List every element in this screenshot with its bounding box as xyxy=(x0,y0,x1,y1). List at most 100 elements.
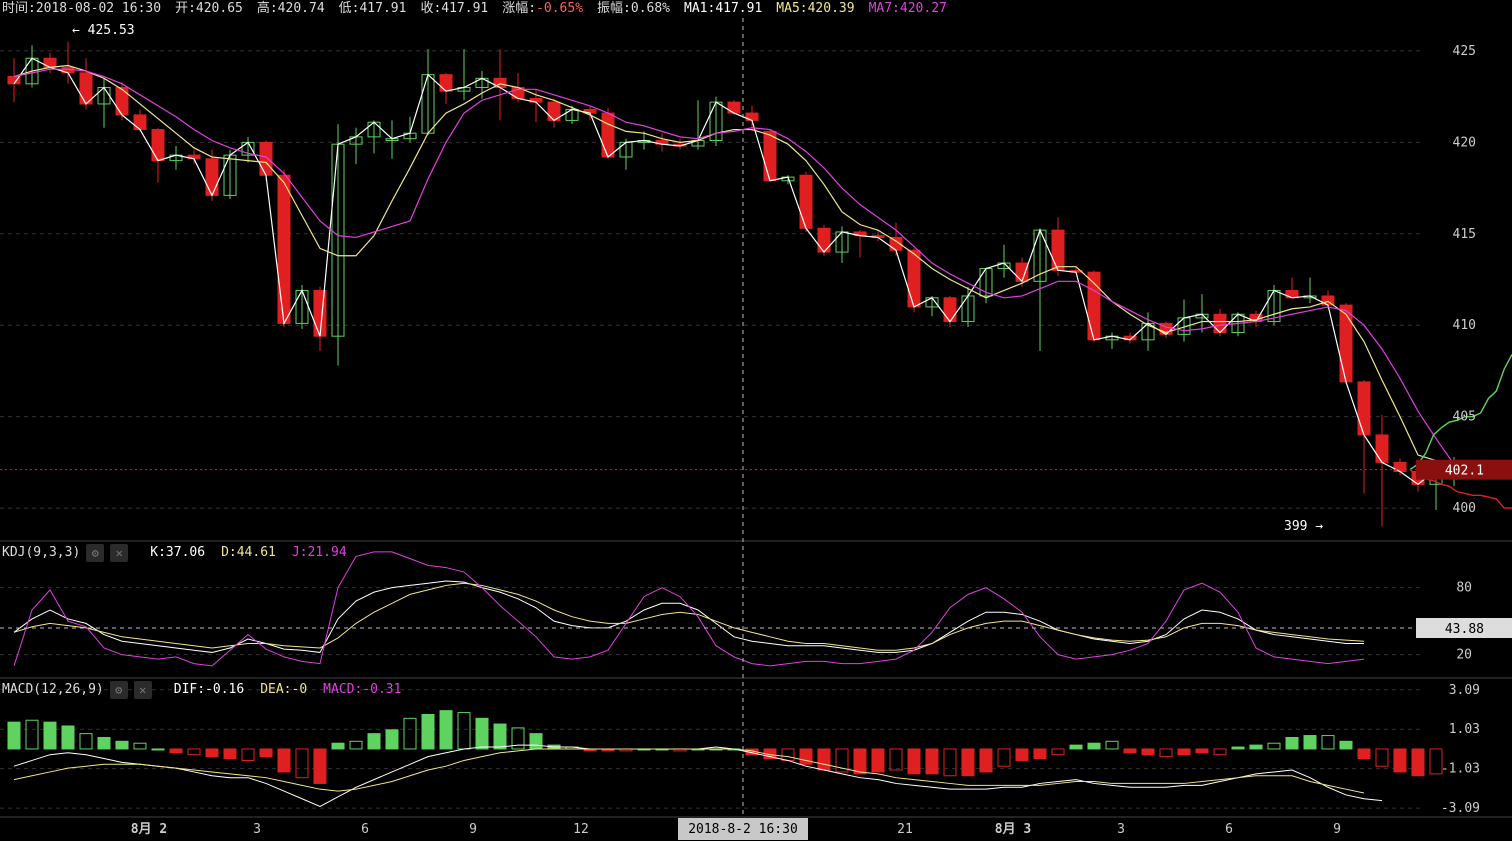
macd-hist-bar xyxy=(1087,742,1101,750)
macd-hist-bar xyxy=(781,748,795,761)
candle xyxy=(475,71,489,99)
change-readout: 涨幅:-0.65% xyxy=(502,1,583,16)
macd-hist-bar xyxy=(439,710,453,750)
candle xyxy=(1375,414,1389,527)
main-grid xyxy=(0,50,1512,818)
macd-hist-bar xyxy=(961,748,975,777)
depth-lines xyxy=(1409,354,1512,509)
time-tick-label: 6 xyxy=(361,822,369,837)
kdj-j-readout: J:21.94 xyxy=(291,545,347,560)
kdj-lines xyxy=(13,551,1365,667)
time-tick-label: 8月 3 xyxy=(995,822,1031,837)
macd-hist-bar xyxy=(421,713,435,750)
candle xyxy=(169,146,183,170)
macd-hist-bar xyxy=(367,733,381,750)
gear-icon[interactable]: ⚙ xyxy=(86,544,105,562)
macd-hist-bar xyxy=(817,748,831,771)
macd-hist-bar xyxy=(1375,748,1389,767)
candle xyxy=(421,49,435,136)
kdj-tick-label: 80 xyxy=(1456,581,1472,596)
candle xyxy=(1339,303,1353,384)
price-badge-label: 402.1 xyxy=(1445,464,1484,479)
macd-hist-bar xyxy=(1249,744,1263,750)
candle-body xyxy=(943,297,957,323)
candle xyxy=(223,149,237,200)
ma1-readout: MA1:417.91 xyxy=(684,1,763,16)
candle-body xyxy=(799,174,813,229)
macd-hist-bar xyxy=(889,748,903,771)
candle xyxy=(61,41,75,84)
candle-body xyxy=(43,57,57,68)
macd-hist-bar xyxy=(1411,748,1425,777)
candle xyxy=(817,224,831,256)
high-readout: 高:420.74 xyxy=(256,1,325,16)
low-readout: 低:417.91 xyxy=(338,1,407,16)
macd-hist-bar xyxy=(187,748,201,756)
time-tick-label: 8月 2 xyxy=(131,822,167,837)
macd-hist-bar xyxy=(1357,748,1371,760)
gear-icon[interactable]: ⚙ xyxy=(109,681,128,699)
candle-body xyxy=(205,158,219,196)
macd-hist-bar xyxy=(385,729,399,750)
macd-hist-bar xyxy=(907,748,921,775)
macd-tick-label: -1.03 xyxy=(1441,762,1480,777)
candle-body xyxy=(1087,271,1101,341)
candle xyxy=(997,244,1011,278)
macd-hist-bar xyxy=(277,748,291,773)
macd-dif-readout: DIF:-0.16 xyxy=(173,682,245,697)
candle-body xyxy=(727,101,741,114)
time-tick-label: 6 xyxy=(1225,822,1233,837)
macd-hist-bar xyxy=(349,740,363,750)
macd-hist-bar xyxy=(151,748,165,751)
candle-body xyxy=(151,129,165,162)
candlestick-series xyxy=(7,41,1461,527)
kdj-title: KDJ(9,3,3) xyxy=(2,545,81,560)
chart-canvas[interactable]: 425 420 415 410 405 400 80 20 3.09 1.03 -1.03 -3.09… xyxy=(0,0,1512,841)
macd-tick-label: -3.09 xyxy=(1441,801,1480,816)
macd-hist-bar xyxy=(1051,748,1065,756)
candle-body xyxy=(1339,304,1353,383)
macd-hist-bar xyxy=(43,721,57,750)
candle xyxy=(187,149,201,165)
macd-series xyxy=(7,710,1443,807)
macd-hist-bar xyxy=(1141,748,1155,756)
candle xyxy=(1303,277,1317,304)
macd-hist-bar xyxy=(1213,748,1227,756)
ma7-readout: MA7:420.27 xyxy=(868,1,947,16)
candle xyxy=(871,230,885,242)
macd-hist-bar xyxy=(133,742,147,750)
macd-hist-bar xyxy=(1159,748,1173,758)
ohlc-header: 时间:2018-08-02 16:30 开:420.65 高:420.74 低:417… xyxy=(2,0,961,18)
candle-body xyxy=(259,141,273,176)
candle-body xyxy=(1375,434,1389,463)
macd-hist-bar xyxy=(259,748,273,758)
candle xyxy=(565,105,579,125)
macd-hist-bar xyxy=(493,723,507,750)
macd-hist-bar xyxy=(475,717,489,750)
close-icon[interactable]: ✕ xyxy=(133,681,152,699)
time-tick-label: 9 xyxy=(1333,822,1341,837)
price-tick-label: 425 xyxy=(1453,44,1476,59)
close-icon[interactable]: ✕ xyxy=(110,544,129,562)
macd-hist-bar xyxy=(1285,736,1299,750)
kdj-header: KDJ(9,3,3) ⚙ ✕ K:37.06 D:44.61 J:21.94 xyxy=(2,543,363,563)
macd-hist-bar xyxy=(943,748,957,777)
macd-header: MACD(12,26,9) ⚙ ✕ DIF:-0.16 DEA:-0 MACD:… xyxy=(2,680,417,700)
macd-hist-bar xyxy=(1177,748,1191,756)
macd-hist-bar xyxy=(79,733,93,750)
macd-hist-bar xyxy=(169,748,183,754)
candle xyxy=(925,295,939,317)
ma1-line xyxy=(13,57,1454,486)
macd-hist-bar xyxy=(7,721,21,750)
macd-dea-readout: DEA:-0 xyxy=(260,682,308,697)
macd-tick-label: 3.09 xyxy=(1449,683,1480,698)
candle-body xyxy=(439,74,453,92)
macd-hist-bar xyxy=(529,733,543,750)
macd-hist-bar xyxy=(1015,748,1029,761)
candle xyxy=(1357,380,1371,494)
macd-hist-bar xyxy=(97,736,111,750)
macd-hist-bar xyxy=(25,719,39,750)
time-tick-label: 3 xyxy=(1117,822,1125,837)
time-readout: 时间:2018-08-02 16:30 xyxy=(2,1,162,16)
candle-body xyxy=(133,114,147,131)
